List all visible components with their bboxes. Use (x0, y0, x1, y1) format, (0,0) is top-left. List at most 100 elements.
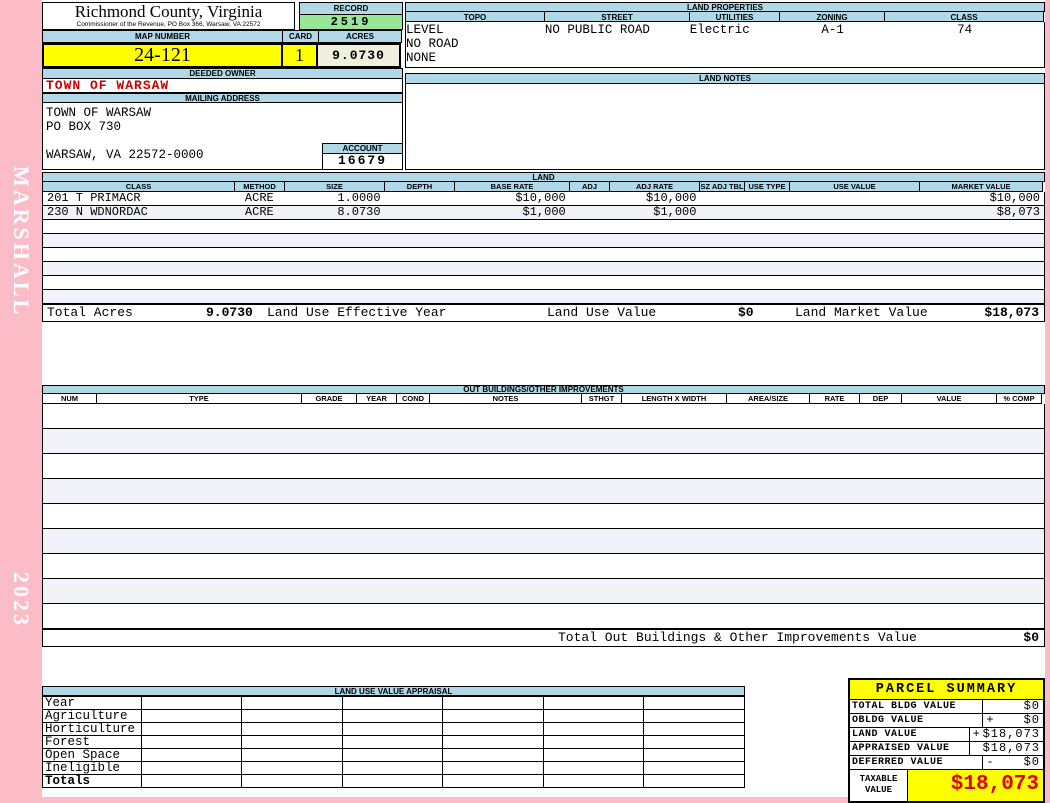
county-header: Richmond County, Virginia Commissioner o… (42, 2, 295, 30)
effective-year-label: Land Use Effective Year (267, 305, 447, 320)
ps-sign: - (986, 755, 994, 769)
ps-row-appraised: APPRAISED VALUE $18,073 (850, 741, 1043, 756)
out-buildings-title: OUT BUILDINGS/OTHER IMPROVEMENTS (42, 385, 1045, 394)
land-empty-row (43, 262, 1044, 276)
col-market-value: MARKET VALUE (919, 182, 1043, 192)
ps-value: $0 (1023, 755, 1040, 769)
method-cell: ACRE (244, 206, 274, 219)
table-row: Open Space (42, 748, 745, 762)
card-label: CARD (282, 30, 319, 43)
land-empty-row (43, 220, 1044, 234)
record-label: RECORD (299, 2, 403, 15)
land-section-title: LAND (42, 172, 1045, 182)
ob-empty-row (43, 454, 1044, 479)
col-value: VALUE (901, 394, 997, 404)
ob-empty-row (43, 604, 1044, 629)
class-cell: 201 T PRIMACR (47, 192, 141, 205)
mailing-address-label: MAILING ADDRESS (42, 93, 403, 103)
col-sz-adj-tbl: SZ ADJ TBL (699, 182, 745, 192)
ob-empty-row (43, 404, 1044, 429)
col-use-value: USE VALUE (789, 182, 920, 192)
record-card: Richmond County, Virginia Commissioner o… (42, 0, 1045, 803)
col-class: CLASS (42, 182, 235, 192)
table-row: Ineligible (42, 761, 745, 775)
land-use-value-label: Land Use Value (547, 305, 657, 320)
row-label-agriculture: Agriculture (42, 709, 142, 723)
table-row: Agriculture (42, 709, 745, 723)
land-properties-title: LAND PROPERTIES (405, 2, 1045, 12)
acres-value: 9.0730 (316, 43, 401, 68)
col-topo: TOPO (405, 12, 545, 22)
use-type-cell (746, 192, 792, 205)
land-table-headers: CLASS METHOD SIZE DEPTH BASE RATE ADJ AD… (42, 182, 1045, 192)
ps-label: APPRAISED VALUE (850, 742, 970, 755)
land-market-value-label: Land Market Value (795, 305, 928, 320)
depth-cell (385, 206, 455, 219)
land-totals-row: Total Acres 9.0730 Land Use Effective Ye… (42, 304, 1045, 322)
row-label-totals: Totals (42, 774, 142, 788)
land-row-1: 201 T PRIMACR ACRE 1.0000 $10,000 $10,00… (43, 192, 1044, 206)
ob-total-value: $0 (1023, 630, 1039, 645)
account-value: 16679 (322, 154, 403, 170)
ps-row-obldg: OBLDG VALUE + $0 (850, 714, 1043, 728)
base-rate-cell: $10,000 (515, 192, 566, 205)
street-value: NO PUBLIC ROAD (544, 23, 650, 37)
utilities-value: Electric (689, 23, 750, 37)
ps-value: $0 (1023, 699, 1040, 713)
parcel-id-headers: MAP NUMBER CARD ACRES (42, 30, 403, 43)
use-value-cell (792, 206, 922, 219)
col-adj: ADJ (569, 182, 610, 192)
table-row: Year (42, 696, 745, 710)
adj-cell (570, 206, 611, 219)
base-rate-cell: $1,000 (522, 206, 566, 219)
ps-value: $18,073 (982, 727, 1040, 741)
size-cell: 8.0730 (337, 206, 381, 219)
out-buildings-total-row: Total Out Buildings & Other Improvements… (42, 629, 1045, 647)
land-use-appraisal-table: Year Agriculture Horticulture Forest Ope… (42, 696, 745, 788)
col-zoning: ZONING (779, 12, 885, 22)
ps-row-total-bldg: TOTAL BLDG VALUE $0 (850, 700, 1043, 714)
topo-values: LEVEL NO ROAD NONE (406, 22, 545, 67)
land-empty-row (43, 248, 1044, 262)
col-length-width: LENGTH X WIDTH (621, 394, 727, 404)
col-adj-rate: ADJ RATE (609, 182, 700, 192)
land-notes-box (405, 84, 1045, 170)
method-cell: ACRE (244, 192, 274, 205)
ob-empty-row (43, 429, 1044, 454)
ps-row-deferred: DEFERRED VALUE - $0 (850, 756, 1043, 770)
taxable-label: TAXABLE VALUE (850, 770, 908, 801)
land-empty-row (43, 234, 1044, 248)
sz-adj-tbl-cell (700, 206, 746, 219)
ob-empty-row (43, 504, 1044, 529)
adj-rate-cell: $1,000 (653, 206, 697, 219)
col-type: TYPE (96, 394, 302, 404)
ps-sign: + (986, 713, 994, 727)
col-size: SIZE (284, 182, 385, 192)
record-value: 2519 (299, 15, 403, 30)
depth-cell (385, 192, 455, 205)
ps-value: $18,073 (982, 741, 1043, 755)
size-cell: 1.0000 (337, 192, 381, 205)
ob-empty-row (43, 579, 1044, 604)
col-rate: RATE (809, 394, 860, 404)
map-number-value: 24-121 (42, 43, 283, 68)
land-properties-headers: TOPO STREET UTILITIES ZONING CLASS (405, 12, 1045, 22)
col-area-size: AREA/SIZE (726, 394, 810, 404)
land-use-appraisal-title: LAND USE VALUE APPRAISAL (42, 686, 745, 696)
class-cell: 230 N WDNORDAC (47, 206, 148, 219)
col-pct-comp: % COMP (996, 394, 1042, 404)
class-value: 74 (957, 23, 973, 37)
card-value: 1 (281, 43, 318, 68)
ob-total-label: Total Out Buildings & Other Improvements… (558, 630, 917, 645)
row-label-open-space: Open Space (42, 748, 142, 762)
parcel-summary: PARCEL SUMMARY TOTAL BLDG VALUE $0 OBLDG… (848, 678, 1045, 803)
adj-rate-cell: $10,000 (646, 192, 697, 205)
col-dep: DEP (859, 394, 902, 404)
land-row-2: 230 N WDNORDAC ACRE 8.0730 $1,000 $1,000… (43, 206, 1044, 220)
col-cond: COND (396, 394, 430, 404)
use-value-cell (792, 192, 922, 205)
col-method: METHOD (234, 182, 285, 192)
adj-cell (570, 192, 611, 205)
total-acres-label: Total Acres (47, 305, 133, 320)
land-market-value: $18,073 (984, 305, 1039, 320)
